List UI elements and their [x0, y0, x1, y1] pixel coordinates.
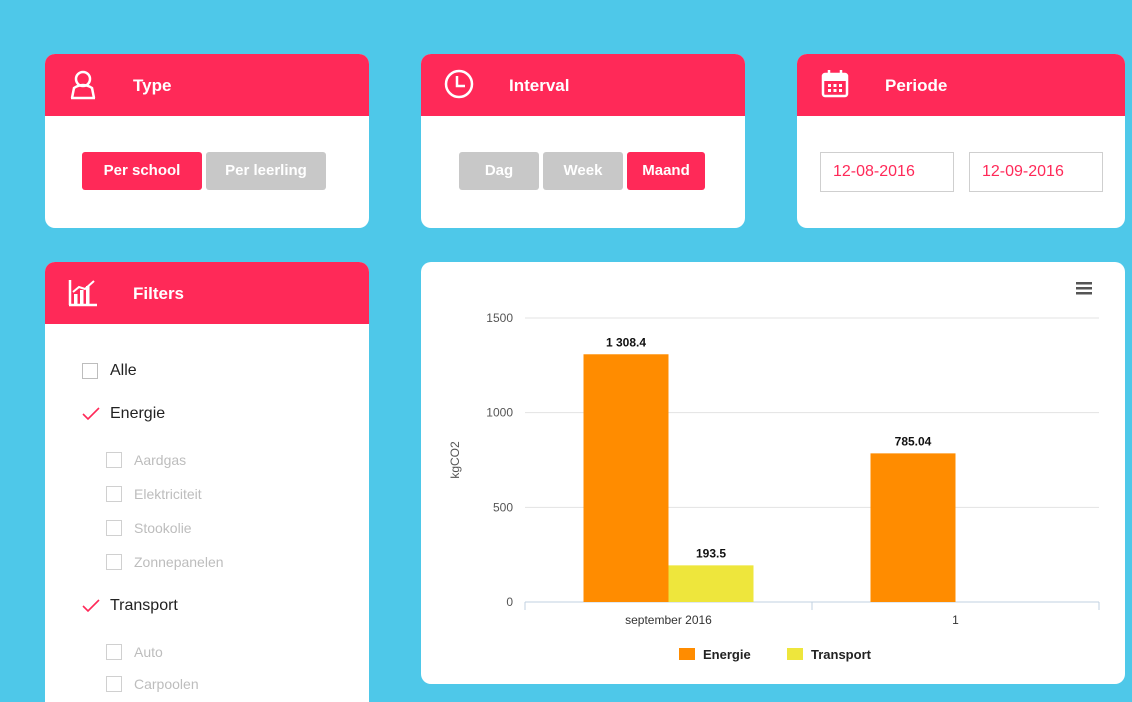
checkbox-unchecked[interactable]	[106, 452, 122, 468]
x-tick-label: 1	[952, 613, 959, 627]
bar-chart-icon	[68, 280, 97, 307]
type-card-title: Type	[133, 76, 172, 95]
maand-button[interactable]: Maand	[627, 152, 705, 190]
checkbox-unchecked[interactable]	[106, 520, 122, 536]
filter-alle[interactable]: Alle	[82, 362, 137, 380]
filter-label: Alle	[110, 362, 137, 379]
checkbox-unchecked[interactable]	[82, 363, 98, 379]
filters-card-title: Filters	[133, 284, 185, 303]
filter-transport[interactable]: Transport	[82, 597, 178, 615]
filter-label: Auto	[134, 644, 163, 660]
week-button[interactable]: Week	[543, 152, 623, 190]
filters-card: Filters Alle Energie Aardgas Elektricite…	[45, 262, 369, 702]
x-tick-label: september 2016	[625, 613, 712, 627]
bar-transport[interactable]	[668, 565, 754, 602]
start-date-input[interactable]: 12-08-2016	[820, 152, 954, 192]
type-card-header: Type	[45, 54, 369, 116]
data-label: 1 308.4	[606, 335, 646, 349]
filter-energie[interactable]: Energie	[82, 405, 165, 423]
filter-label: Transport	[110, 597, 178, 614]
legend-swatch[interactable]	[787, 648, 803, 660]
y-tick-label: 1500	[486, 311, 513, 325]
periode-card: Periode 12-08-2016 12-09-2016	[797, 54, 1125, 228]
data-label: 785.04	[895, 434, 932, 448]
person-icon	[70, 70, 96, 100]
periode-card-header: Periode	[797, 54, 1125, 116]
checkbox-unchecked[interactable]	[106, 644, 122, 660]
chart-card: 0 500 1000 1500 kgCO2 1 308.4 193.5 september …	[421, 262, 1125, 684]
clock-icon	[444, 69, 474, 99]
filter-label: Zonnepanelen	[134, 554, 224, 570]
per-school-button[interactable]: Per school	[82, 152, 202, 190]
filter-zonnepanelen[interactable]: Zonnepanelen	[106, 554, 224, 570]
filter-elektriciteit[interactable]: Elektriciteit	[106, 486, 202, 502]
filter-stookolie[interactable]: Stookolie	[106, 520, 192, 536]
end-date-input[interactable]: 12-09-2016	[969, 152, 1103, 192]
filters-card-header: Filters	[45, 262, 369, 324]
filter-label: Carpoolen	[134, 676, 199, 692]
dag-button[interactable]: Dag	[459, 152, 539, 190]
type-card: Type Per school Per leerling	[45, 54, 369, 228]
filter-aardgas[interactable]: Aardgas	[106, 452, 186, 468]
y-tick-label: 500	[493, 500, 513, 514]
legend-item-energie[interactable]: Energie	[703, 647, 751, 662]
per-leerling-button[interactable]: Per leerling	[206, 152, 326, 190]
checkbox-unchecked[interactable]	[106, 554, 122, 570]
filter-carpoolen[interactable]: Carpoolen	[106, 676, 199, 692]
filter-label: Elektriciteit	[134, 486, 202, 502]
checkbox-unchecked[interactable]	[106, 676, 122, 692]
interval-card-title: Interval	[509, 76, 570, 95]
filter-label: Energie	[110, 405, 166, 422]
filter-auto[interactable]: Auto	[106, 644, 163, 660]
bar-energie[interactable]	[583, 354, 669, 602]
filter-label: Stookolie	[134, 520, 192, 536]
checkmark-icon[interactable]	[82, 598, 100, 614]
filter-label: Aardgas	[134, 452, 187, 468]
checkmark-icon[interactable]	[82, 406, 100, 422]
legend-swatch[interactable]	[679, 648, 695, 660]
y-tick-label: 0	[506, 595, 513, 609]
bar-energie[interactable]	[870, 453, 956, 602]
data-label: 193.5	[696, 546, 726, 560]
interval-card-header: Interval	[421, 54, 745, 116]
y-tick-label: 1000	[486, 406, 513, 420]
y-axis-label: kgCO2	[448, 441, 462, 479]
interval-card: Interval Dag Week Maand	[421, 54, 745, 228]
periode-card-title: Periode	[885, 76, 948, 95]
legend-item-transport[interactable]: Transport	[811, 647, 872, 662]
calendar-icon	[821, 70, 849, 98]
checkbox-unchecked[interactable]	[106, 486, 122, 502]
emissions-bar-chart: 0 500 1000 1500 kgCO2 1 308.4 193.5 september …	[448, 282, 1100, 662]
menu-icon[interactable]	[1076, 282, 1092, 295]
